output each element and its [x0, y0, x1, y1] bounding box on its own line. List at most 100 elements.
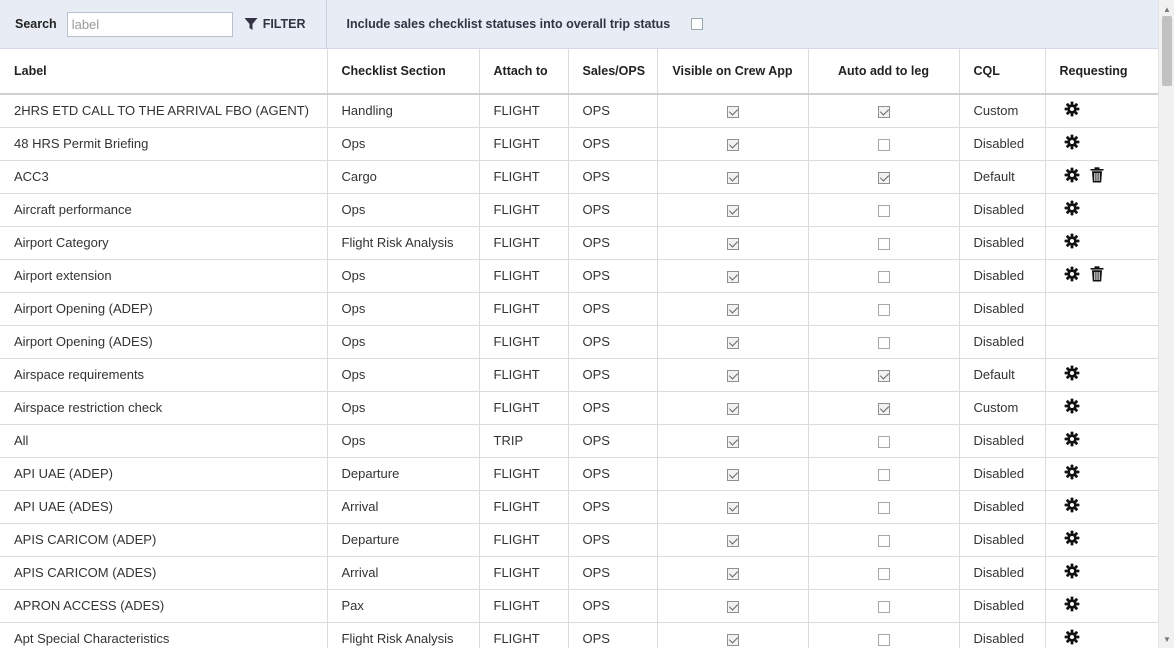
visible-on-crew-app-checkbox[interactable] [726, 270, 739, 283]
visible-on-crew-app-checkbox[interactable] [726, 336, 739, 349]
auto-add-to-leg-checkbox[interactable] [877, 402, 890, 415]
column-header-auto-add-to-leg[interactable]: Auto add to leg [808, 49, 960, 95]
gear-icon[interactable] [1064, 233, 1080, 249]
table-row[interactable]: APIS CARICOM (ADEP) Departure FLIGHT OPS Dis… [0, 523, 1158, 557]
cell-auto-add-to-leg [808, 391, 960, 425]
gear-icon[interactable] [1064, 134, 1080, 150]
visible-on-crew-app-checkbox[interactable] [726, 567, 739, 580]
auto-add-to-leg-checkbox[interactable] [877, 237, 890, 250]
cell-sales-ops: OPS [568, 226, 658, 260]
cell-label: Airport Opening (ADES) [0, 325, 328, 359]
filter-button[interactable]: FILTER [244, 17, 306, 31]
gear-icon[interactable] [1064, 167, 1080, 183]
visible-on-crew-app-checkbox[interactable] [726, 468, 739, 481]
auto-add-to-leg-checkbox[interactable] [877, 270, 890, 283]
gear-icon[interactable] [1064, 200, 1080, 216]
table-row[interactable]: 48 HRS Permit Briefing Ops FLIGHT OPS Disabl… [0, 127, 1158, 161]
cell-visible-on-crew-app [657, 226, 809, 260]
vertical-scrollbar[interactable]: ▲ ▼ [1158, 0, 1174, 648]
gear-icon[interactable] [1064, 596, 1080, 612]
table-row[interactable]: APRON ACCESS (ADES) Pax FLIGHT OPS Disabled [0, 589, 1158, 623]
auto-add-to-leg-checkbox[interactable] [877, 204, 890, 217]
include-sales-status-checkbox[interactable] [691, 18, 704, 30]
table-row[interactable]: Airport extension Ops FLIGHT OPS Disabled [0, 259, 1158, 293]
cell-checklist-section: Departure [327, 523, 480, 557]
auto-add-to-leg-checkbox[interactable] [877, 435, 890, 448]
auto-add-to-leg-checkbox[interactable] [877, 501, 890, 514]
gear-icon[interactable] [1064, 497, 1080, 513]
auto-add-to-leg-checkbox[interactable] [877, 336, 890, 349]
trash-icon[interactable] [1090, 266, 1104, 282]
column-header-cql[interactable]: CQL [959, 49, 1046, 95]
visible-on-crew-app-checkbox[interactable] [726, 105, 739, 118]
table-row[interactable]: Airport Opening (ADEP) Ops FLIGHT OPS Disabl… [0, 292, 1158, 326]
table-row[interactable]: ACC3 Cargo FLIGHT OPS Default [0, 160, 1158, 194]
gear-icon[interactable] [1064, 530, 1080, 546]
cell-sales-ops: OPS [568, 127, 658, 161]
auto-add-to-leg-checkbox[interactable] [877, 369, 890, 382]
cell-visible-on-crew-app [657, 490, 809, 524]
visible-on-crew-app-checkbox[interactable] [726, 600, 739, 613]
cell-cql: Disabled [959, 259, 1046, 293]
column-header-sales-ops[interactable]: Sales/OPS [568, 49, 658, 95]
visible-on-crew-app-checkbox[interactable] [726, 633, 739, 646]
checklist-table-container: Label Checklist Section Attach to Sales/OPS… [0, 49, 1158, 648]
gear-icon[interactable] [1064, 101, 1080, 117]
visible-on-crew-app-checkbox[interactable] [726, 501, 739, 514]
table-row[interactable]: Aircraft performance Ops FLIGHT OPS Disabled [0, 193, 1158, 227]
checklist-table: Label Checklist Section Attach to Sales/OPS… [0, 49, 1158, 648]
gear-icon[interactable] [1064, 266, 1080, 282]
visible-on-crew-app-checkbox[interactable] [726, 369, 739, 382]
filter-button-label: FILTER [262, 17, 306, 31]
auto-add-to-leg-checkbox[interactable] [877, 600, 890, 613]
visible-on-crew-app-checkbox[interactable] [726, 138, 739, 151]
auto-add-to-leg-checkbox[interactable] [877, 468, 890, 481]
auto-add-to-leg-checkbox[interactable] [877, 303, 890, 316]
gear-icon[interactable] [1064, 365, 1080, 381]
column-header-visible-on-crew-app[interactable]: Visible on Crew App [657, 49, 809, 95]
table-row[interactable]: Airspace restriction check Ops FLIGHT OPS Cu… [0, 391, 1158, 425]
table-row[interactable]: 2HRS ETD CALL TO THE ARRIVAL FBO (AGENT)… [0, 94, 1158, 128]
table-row[interactable]: Airport Opening (ADES) Ops FLIGHT OPS Disabl… [0, 325, 1158, 359]
visible-on-crew-app-checkbox[interactable] [726, 237, 739, 250]
table-row[interactable]: All Ops TRIP OPS Disabled [0, 424, 1158, 458]
cell-checklist-section: Ops [327, 292, 480, 326]
gear-icon[interactable] [1064, 629, 1080, 645]
visible-on-crew-app-checkbox[interactable] [726, 204, 739, 217]
auto-add-to-leg-checkbox[interactable] [877, 171, 890, 184]
visible-on-crew-app-checkbox[interactable] [726, 435, 739, 448]
table-row[interactable]: Airport Category Flight Risk Analysis FLIG… [0, 226, 1158, 260]
table-row[interactable]: API UAE (ADES) Arrival FLIGHT OPS Disabled [0, 490, 1158, 524]
auto-add-to-leg-checkbox[interactable] [877, 534, 890, 547]
visible-on-crew-app-checkbox[interactable] [726, 171, 739, 184]
search-input[interactable] [66, 11, 233, 37]
scrollbar-thumb[interactable] [1162, 16, 1172, 86]
table-row[interactable]: API UAE (ADEP) Departure FLIGHT OPS Disabled [0, 457, 1158, 491]
auto-add-to-leg-checkbox[interactable] [877, 138, 890, 151]
auto-add-to-leg-checkbox[interactable] [877, 105, 890, 118]
table-row[interactable]: Airspace requirements Ops FLIGHT OPS Default [0, 358, 1158, 392]
cell-cql: Disabled [959, 457, 1046, 491]
auto-add-to-leg-checkbox[interactable] [877, 567, 890, 580]
trash-icon[interactable] [1090, 167, 1104, 183]
column-header-requesting[interactable]: Requesting [1045, 49, 1158, 95]
column-header-checklist-section[interactable]: Checklist Section [327, 49, 480, 95]
table-row[interactable]: APIS CARICOM (ADES) Arrival FLIGHT OPS Disab… [0, 556, 1158, 590]
visible-on-crew-app-checkbox[interactable] [726, 402, 739, 415]
visible-on-crew-app-checkbox[interactable] [726, 303, 739, 316]
column-header-attach-to[interactable]: Attach to [479, 49, 569, 95]
cell-checklist-section: Pax [327, 589, 480, 623]
scroll-up-arrow-icon[interactable]: ▲ [1159, 2, 1174, 16]
gear-icon[interactable] [1064, 398, 1080, 414]
gear-icon[interactable] [1064, 464, 1080, 480]
column-header-label[interactable]: Label [0, 49, 328, 95]
auto-add-to-leg-checkbox[interactable] [877, 633, 890, 646]
gear-icon[interactable] [1064, 431, 1080, 447]
scroll-down-arrow-icon[interactable]: ▼ [1159, 632, 1174, 646]
gear-icon[interactable] [1064, 563, 1080, 579]
row-actions [1060, 431, 1080, 447]
cell-checklist-section: Ops [327, 127, 480, 161]
table-row[interactable]: Apt Special Characteristics Flight Risk A… [0, 622, 1158, 648]
visible-on-crew-app-checkbox[interactable] [726, 534, 739, 547]
cell-requesting [1045, 193, 1158, 227]
